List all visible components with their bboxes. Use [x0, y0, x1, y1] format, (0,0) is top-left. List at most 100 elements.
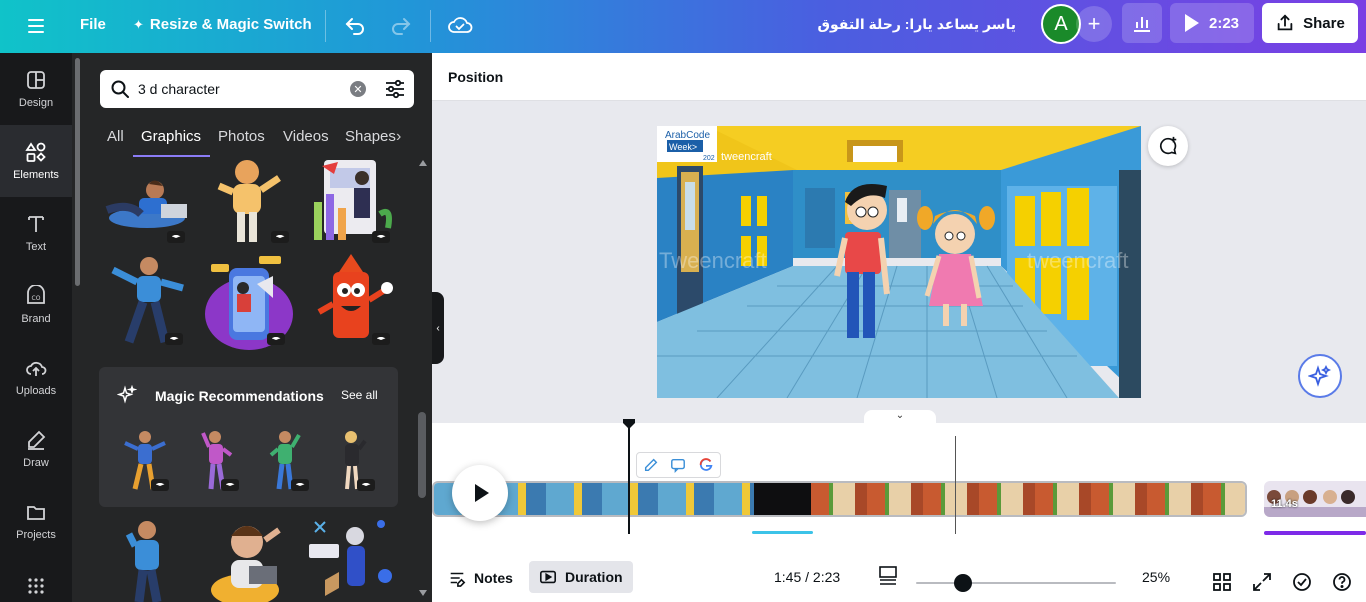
design-title[interactable]: ياسر يساعد يارا: رحلة التفوق	[818, 16, 1017, 33]
add-collaborator-button[interactable]: +	[1076, 6, 1112, 42]
rail-item-elements[interactable]: Elements	[0, 125, 72, 197]
clip-outdoor-scenes[interactable]	[811, 483, 1245, 515]
timeline-collapse-toggle[interactable]: ⌄	[864, 410, 936, 424]
bar-chart-icon	[1134, 17, 1150, 32]
premium-badge-icon	[221, 479, 239, 491]
clip-dark-scene[interactable]	[754, 483, 811, 515]
resize-magic-switch-button[interactable]: ✦ Resize & Magic Switch	[133, 16, 312, 33]
scroll-down-icon[interactable]	[419, 590, 427, 596]
magic-recommendations-title: Magic Recommendations	[155, 388, 324, 404]
notes-button[interactable]: Notes	[448, 569, 513, 587]
position-button[interactable]: Position	[448, 69, 503, 85]
recommendation-item[interactable]	[193, 429, 241, 493]
menu-icon[interactable]	[22, 14, 50, 38]
search-input[interactable]	[138, 78, 338, 100]
rail-scrollbar[interactable]	[75, 58, 80, 286]
thumbnail-view-icon[interactable]	[878, 565, 898, 587]
comment-icon[interactable]	[670, 457, 686, 473]
rail-item-text[interactable]: Text	[0, 197, 72, 269]
playhead-line[interactable]	[628, 426, 630, 534]
premium-badge-icon	[271, 231, 289, 243]
premium-badge-icon	[167, 231, 185, 243]
help-icon[interactable]	[1332, 572, 1352, 592]
premium-badge-icon	[372, 333, 390, 345]
tab-videos[interactable]: Videos	[283, 128, 329, 145]
badge-year: 202	[703, 155, 715, 162]
graphic-3d-phone-megaphone[interactable]	[203, 254, 295, 350]
graphic-3d-boy-laptop[interactable]	[205, 516, 295, 602]
graphic-3d-girl-waving[interactable]	[205, 158, 295, 248]
recommendation-item[interactable]	[261, 429, 309, 493]
filter-sliders-icon[interactable]	[384, 79, 406, 99]
magic-recommendations: Magic Recommendations See all	[99, 367, 398, 507]
collapse-panel-handle[interactable]: ‹	[432, 292, 444, 364]
play-icon	[475, 484, 489, 502]
graphic-3d-man-thinking[interactable]	[99, 516, 195, 602]
upload-cloud-icon	[26, 361, 47, 376]
panel-scrollbar-thumb[interactable]	[418, 412, 426, 498]
rail-item-design[interactable]: Design	[0, 53, 72, 125]
sparkle-icon: ✦	[133, 16, 144, 32]
avatar[interactable]: A	[1041, 4, 1081, 44]
grid-view-icon[interactable]	[1212, 572, 1232, 592]
zoom-value[interactable]: 25%	[1142, 569, 1170, 585]
top-bar: File ✦ Resize & Magic Switch ياسر يساعد …	[0, 0, 1366, 53]
tab-shapes[interactable]: Shapes	[345, 128, 396, 145]
add-comment-button[interactable]	[1148, 126, 1188, 166]
tweencraft-watermark-small: tweencraft	[721, 151, 772, 163]
rail-item-brand[interactable]: CO Brand	[0, 269, 72, 341]
rail-item-uploads[interactable]: Uploads	[0, 341, 72, 413]
graphic-3d-vr-woman[interactable]	[305, 516, 398, 602]
undo-icon[interactable]	[343, 13, 369, 39]
redo-icon[interactable]	[389, 13, 415, 39]
folder-icon	[27, 506, 45, 520]
context-toolbar: Position	[432, 53, 1366, 101]
premium-badge-icon	[267, 333, 285, 345]
premium-badge-icon	[357, 479, 375, 491]
graphic-3d-presentation[interactable]	[304, 158, 398, 248]
panel-scrollbar-track[interactable]	[418, 158, 428, 598]
recommendation-item[interactable]	[329, 429, 377, 493]
badge-line2: Week>	[669, 142, 697, 152]
scroll-up-icon[interactable]	[419, 160, 427, 166]
canvas-page[interactable]: ArabCode Week> 202 tweencraft Tweencraft…	[657, 126, 1141, 398]
duration-button[interactable]: Duration	[529, 561, 633, 593]
cloud-saved-icon[interactable]	[447, 12, 473, 38]
zoom-slider-track[interactable]	[916, 582, 1116, 584]
tab-graphics[interactable]: Graphics	[141, 128, 201, 145]
next-clip-audio-bar	[1264, 531, 1366, 535]
panel-tabs: All Graphics Photos Videos Shapes	[107, 128, 407, 156]
magic-assistant-button[interactable]	[1298, 354, 1342, 398]
edit-pencil-icon[interactable]	[643, 457, 659, 473]
rail-item-projects[interactable]: Projects	[0, 485, 72, 557]
video-duration-icon	[539, 570, 557, 584]
badge-line1: ArabCode	[665, 130, 710, 141]
rail-item-draw[interactable]: Draw	[0, 413, 72, 485]
file-menu-button[interactable]: File	[80, 16, 106, 33]
timeline-play-button[interactable]	[452, 465, 508, 521]
premium-badge-icon	[165, 333, 183, 345]
insights-button[interactable]	[1122, 3, 1162, 43]
graphic-3d-man-shrug[interactable]	[99, 254, 195, 350]
apps-grid-icon	[28, 578, 44, 594]
recommendation-item[interactable]	[121, 429, 169, 493]
chevron-right-icon[interactable]: ›	[396, 128, 401, 146]
timeline-track[interactable]	[432, 481, 1247, 517]
share-button[interactable]: Share	[1262, 3, 1358, 43]
see-all-link[interactable]: See all	[341, 388, 378, 402]
bottom-bar: Notes Duration 1:45 / 2:23 25%	[432, 553, 1366, 602]
graphic-3d-man-laptop[interactable]	[99, 158, 195, 248]
graphic-3d-crayon-mascot[interactable]	[305, 254, 398, 350]
premium-badge-icon	[291, 479, 309, 491]
tab-photos[interactable]: Photos	[218, 128, 265, 145]
rail-item-apps[interactable]	[0, 557, 72, 602]
zoom-slider-knob[interactable]	[954, 574, 972, 592]
fullscreen-icon[interactable]	[1252, 572, 1272, 592]
draw-icon	[28, 430, 46, 450]
tab-all[interactable]: All	[107, 128, 124, 145]
clear-search-icon[interactable]: ✕	[350, 81, 366, 97]
divider	[325, 10, 326, 42]
present-play-button[interactable]: 2:23	[1170, 3, 1254, 43]
check-circle-icon[interactable]	[1292, 572, 1312, 592]
google-lens-icon[interactable]	[698, 457, 714, 473]
